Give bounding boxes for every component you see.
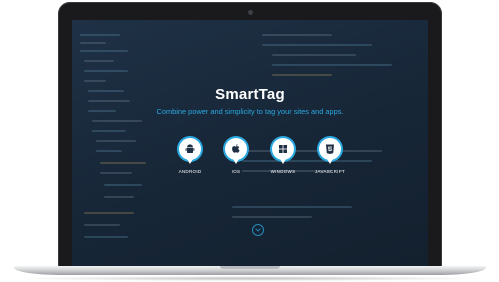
platform-list: ANDROID IOS WINDOWS JAVASCRIPT <box>72 138 428 198</box>
apple-icon <box>225 138 247 164</box>
platform-javascript[interactable]: JAVASCRIPT <box>310 138 350 174</box>
page-title: SmartTag <box>215 86 285 103</box>
scroll-down-button[interactable] <box>252 224 264 236</box>
html5-icon <box>319 138 341 164</box>
laptop-notch <box>220 266 280 269</box>
android-icon <box>179 138 201 164</box>
laptop-shadow <box>12 276 487 281</box>
platform-label: JAVASCRIPT <box>314 169 346 174</box>
windows-icon <box>272 138 294 164</box>
platform-ios[interactable]: IOS <box>216 138 256 174</box>
platform-label: WINDOWS <box>270 169 296 174</box>
camera-icon <box>248 10 253 15</box>
platform-label: ANDROID <box>178 169 202 174</box>
platform-android[interactable]: ANDROID <box>170 138 210 174</box>
laptop-mockup: SmartTag Combine power and simplicity to… <box>0 0 499 282</box>
laptop-screen: SmartTag Combine power and simplicity to… <box>72 20 428 267</box>
platform-label: IOS <box>231 169 241 174</box>
chevron-down-icon <box>255 228 261 232</box>
page-subtitle: Combine power and simplicity to tag your… <box>156 107 344 116</box>
platform-windows[interactable]: WINDOWS <box>263 138 303 174</box>
